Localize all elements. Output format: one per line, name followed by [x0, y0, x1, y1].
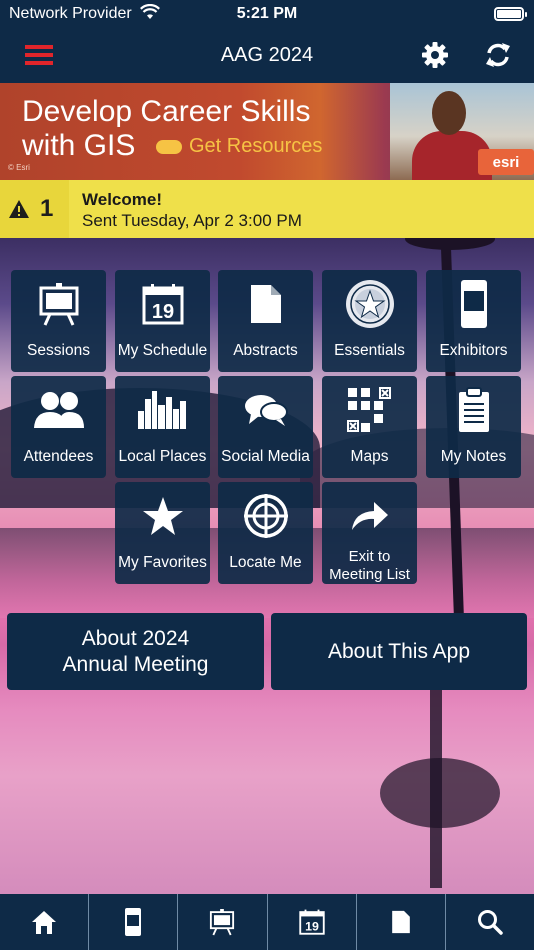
- tab-exhibitors[interactable]: [89, 894, 179, 950]
- about-meeting-line2: Annual Meeting: [62, 652, 209, 676]
- pencil-icon: [156, 139, 182, 154]
- esri-logo: esri: [478, 149, 534, 175]
- battery-icon: [494, 7, 527, 21]
- my-schedule-label: My Schedule: [117, 342, 208, 359]
- banner-cta-label: Get Resources: [189, 135, 323, 157]
- attendees-button[interactable]: Attendees: [11, 376, 106, 478]
- attendees-label: Attendees: [23, 448, 94, 465]
- gear-icon[interactable]: [420, 40, 450, 70]
- tab-schedule[interactable]: 19: [268, 894, 357, 950]
- my-notes-label: My Notes: [440, 448, 507, 465]
- calendar-icon: 19: [142, 284, 183, 325]
- maps-label: Maps: [350, 448, 389, 465]
- chat-bubbles-icon: [244, 395, 288, 426]
- star-icon: [142, 497, 183, 535]
- exhibitors-button[interactable]: Exhibitors: [426, 270, 521, 372]
- document-icon: [391, 910, 410, 934]
- home-icon: [32, 911, 57, 934]
- essentials-button[interactable]: Essentials: [322, 270, 417, 372]
- about-annual-meeting-button[interactable]: About 2024 Annual Meeting: [7, 613, 264, 690]
- city-skyline-icon: [137, 391, 186, 429]
- banner-cta[interactable]: Get Resources: [156, 135, 322, 158]
- locate-me-label: Locate Me: [229, 554, 302, 571]
- page-title: AAG 2024: [220, 44, 314, 66]
- clock: 5:21 PM: [236, 5, 298, 22]
- alert-title: Welcome!: [82, 190, 162, 209]
- about-meeting-line1: About 2024: [81, 626, 190, 650]
- warning-icon: [9, 200, 29, 218]
- exhibitor-booth-icon: [460, 280, 487, 328]
- share-arrow-icon: [351, 502, 388, 530]
- svg-text:19: 19: [151, 301, 173, 323]
- easel-icon: [39, 283, 78, 326]
- alert-count: 1: [40, 195, 54, 222]
- my-notes-button[interactable]: My Notes: [426, 376, 521, 478]
- essentials-label: Essentials: [334, 342, 405, 359]
- abstracts-label: Abstracts: [233, 342, 298, 359]
- sessions-label: Sessions: [27, 342, 90, 359]
- tab-sessions[interactable]: [178, 894, 268, 950]
- exhibitors-label: Exhibitors: [439, 342, 508, 359]
- alert-message: Sent Tuesday, Apr 2 3:00 PM: [82, 211, 302, 230]
- sessions-button[interactable]: Sessions: [11, 270, 106, 372]
- banner-headline-line2: with GIS: [22, 129, 136, 162]
- social-media-button[interactable]: Social Media: [218, 376, 313, 478]
- social-media-label: Social Media: [221, 448, 310, 465]
- bottom-tab-bar: 19: [0, 894, 534, 950]
- alert-notification[interactable]: 1 Welcome! Sent Tuesday, Apr 2 3:00 PM: [0, 180, 534, 238]
- aag-seal-icon: [345, 280, 394, 328]
- maps-button[interactable]: Maps: [322, 376, 417, 478]
- abstracts-button[interactable]: Abstracts: [218, 270, 313, 372]
- tab-abstracts[interactable]: [357, 894, 446, 950]
- local-places-label: Local Places: [118, 448, 207, 465]
- about-app-label: About This App: [327, 639, 471, 663]
- sessions-icon: [210, 909, 235, 936]
- refresh-icon[interactable]: [483, 40, 513, 70]
- exit-label: Exit to Meeting List: [329, 548, 410, 583]
- svg-text:19: 19: [305, 920, 319, 934]
- navigation-bar: AAG 2024: [0, 28, 534, 83]
- tab-search[interactable]: [446, 894, 534, 950]
- locate-me-button[interactable]: Locate Me: [218, 482, 313, 584]
- local-places-button[interactable]: Local Places: [115, 376, 210, 478]
- floor-map-icon: [346, 387, 391, 432]
- my-favorites-label: My Favorites: [118, 554, 207, 571]
- exhibitor-icon: [125, 908, 142, 936]
- tab-home[interactable]: [0, 894, 90, 950]
- calendar-icon: 19: [298, 909, 325, 935]
- document-icon: [250, 285, 281, 323]
- my-favorites-button[interactable]: My Favorites: [115, 482, 210, 584]
- search-icon: [477, 910, 503, 935]
- about-this-app-button[interactable]: About This App: [271, 613, 527, 690]
- crosshair-icon: [243, 494, 288, 538]
- my-schedule-button[interactable]: 19 My Schedule: [115, 270, 210, 372]
- banner-headline-line1: Develop Career Skills: [22, 95, 311, 128]
- people-icon: [33, 392, 84, 428]
- banner-copyright: © Esri: [8, 163, 30, 172]
- status-bar: Network Provider 5:21 PM: [0, 0, 534, 28]
- clipboard-icon: [458, 387, 489, 432]
- alert-count-badge: 1: [0, 180, 69, 238]
- exit-to-meeting-list-button[interactable]: Exit to Meeting List: [322, 482, 417, 584]
- promo-banner[interactable]: Develop Career Skills with GIS Get Resou…: [0, 83, 534, 180]
